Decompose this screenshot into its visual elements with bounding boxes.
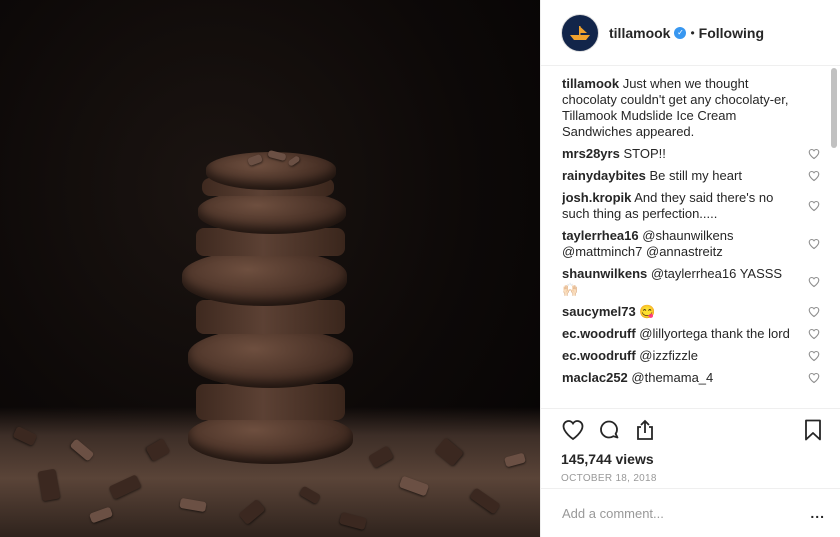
comment-username[interactable]: rainydaybites: [562, 168, 646, 183]
comment-text: Be still my heart: [649, 168, 742, 183]
verified-badge-icon: ✓: [674, 26, 687, 39]
caption: tillamook Just when we thought chocolaty…: [562, 76, 824, 140]
post-header: tillamook ✓ • Following: [541, 0, 840, 66]
add-comment-bar: ...: [541, 488, 840, 537]
comment-item: maclac252 @themama_4: [562, 370, 824, 386]
comment-input[interactable]: [562, 505, 811, 521]
save-bookmark-icon[interactable]: [801, 418, 825, 442]
comment-like-heart-icon[interactable]: [808, 372, 820, 384]
caption-username[interactable]: tillamook: [562, 76, 619, 91]
boat-logo-icon: [570, 25, 590, 40]
following-button[interactable]: Following: [699, 25, 764, 41]
separator-dot: •: [690, 25, 695, 40]
scrollbar[interactable]: [830, 68, 838, 408]
post-date[interactable]: OCTOBER 18, 2018: [561, 473, 825, 484]
comment-item: ec.woodruff @izzfizzle: [562, 348, 824, 364]
comment-item: taylerrhea16 @shaunwilkens @mattminch7 @…: [562, 228, 824, 260]
profile-username[interactable]: tillamook: [609, 25, 670, 41]
comment-username[interactable]: mrs28yrs: [562, 146, 620, 161]
post-media[interactable]: [0, 0, 540, 537]
comment-text: STOP!!: [623, 146, 666, 161]
comment-like-heart-icon[interactable]: [808, 200, 820, 212]
comment-bubble-icon[interactable]: [597, 418, 621, 442]
comment-item: shaunwilkens @taylerrhea16 YASSS 🙌🏻: [562, 266, 824, 298]
comment-username[interactable]: shaunwilkens: [562, 266, 647, 281]
comment-like-heart-icon[interactable]: [808, 328, 820, 340]
comment-item: josh.kropik And they said there's no suc…: [562, 190, 824, 222]
comment-username[interactable]: taylerrhea16: [562, 228, 639, 243]
comment-username[interactable]: josh.kropik: [562, 190, 631, 205]
comment-like-heart-icon[interactable]: [808, 276, 820, 288]
comment-username[interactable]: saucymel73: [562, 304, 636, 319]
comments-list[interactable]: tillamook Just when we thought chocolaty…: [562, 76, 824, 406]
comment-item: ec.woodruff @lillyortega thank the lord: [562, 326, 824, 342]
comment-text: @izzfizzle: [639, 348, 698, 363]
comment-like-heart-icon[interactable]: [808, 306, 820, 318]
view-count[interactable]: 145,744 views: [561, 451, 825, 467]
comment-username[interactable]: ec.woodruff: [562, 348, 636, 363]
comment-text: @lillyortega thank the lord: [639, 326, 790, 341]
more-options-icon[interactable]: ...: [810, 505, 825, 521]
comment-like-heart-icon[interactable]: [808, 350, 820, 362]
post-actions: 145,744 views OCTOBER 18, 2018: [541, 408, 840, 484]
post-panel: tillamook ✓ • Following tillamook Just w…: [540, 0, 840, 537]
comment-username[interactable]: ec.woodruff: [562, 326, 636, 341]
comment-like-heart-icon[interactable]: [808, 238, 820, 250]
comment-item: saucymel73 😋: [562, 304, 824, 320]
comment-item: rainydaybites Be still my heart: [562, 168, 824, 184]
comment-username[interactable]: maclac252: [562, 370, 628, 385]
share-icon[interactable]: [633, 418, 657, 442]
avatar[interactable]: [561, 13, 599, 52]
comment-like-heart-icon[interactable]: [808, 148, 820, 160]
like-heart-icon[interactable]: [561, 418, 585, 442]
comment-text: @themama_4: [631, 370, 714, 385]
comment-like-heart-icon[interactable]: [808, 170, 820, 182]
scrollbar-thumb[interactable]: [831, 68, 837, 148]
comment-item: mrs28yrs STOP!!: [562, 146, 824, 162]
comment-text: 😋: [639, 304, 656, 319]
ice-cream-sandwich-stack: [182, 149, 353, 470]
